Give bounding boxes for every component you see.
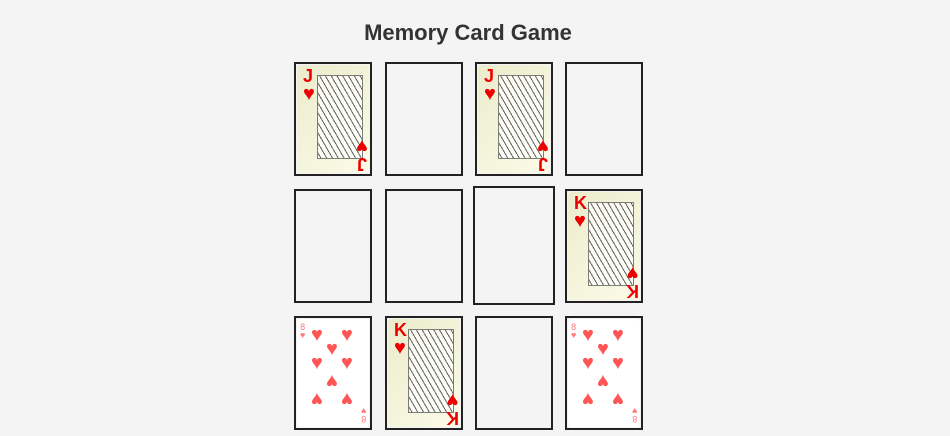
card-rank: 8 ♥ (571, 322, 577, 340)
memory-card[interactable]: K ♥ K ♥ (385, 316, 463, 430)
card-rank: J ♥ (356, 135, 368, 174)
heart-pip-icon: ♥ (326, 370, 338, 392)
heart-pip-icon: ♥ (597, 370, 609, 392)
heart-pip-icon: ♥ (612, 352, 624, 374)
card-face: K ♥ K ♥ (568, 192, 640, 301)
memory-card[interactable]: K ♥ K ♥ (565, 189, 643, 303)
card-face: 8 ♥ ♥ ♥ ♥ ♥ ♥ ♥ ♥ ♥ 8 ♥ (297, 319, 369, 427)
heart-pip-icon: ♥ (612, 388, 624, 410)
memory-card[interactable]: J ♥ J ♥ (475, 62, 553, 176)
memory-card[interactable] (385, 62, 463, 176)
heart-pip-icon: ♥ (612, 324, 624, 346)
card-rank: K ♥ (394, 320, 407, 359)
memory-card[interactable]: 8 ♥ ♥ ♥ ♥ ♥ ♥ ♥ ♥ ♥ 8 ♥ (565, 316, 643, 430)
card-rank: 8 ♥ (631, 406, 637, 424)
card-rank: K ♥ (574, 193, 587, 232)
heart-pip-icon: ♥ (311, 388, 323, 410)
heart-pip-icon: ♥ (311, 324, 323, 346)
page-title: Memory Card Game (364, 20, 572, 45)
heart-pip-icon: ♥ (326, 338, 338, 360)
card-rank: K ♥ (626, 262, 639, 301)
card-rank: J ♥ (537, 135, 549, 174)
heart-pip-icon: ♥ (341, 388, 353, 410)
heart-pip-icon: ♥ (582, 388, 594, 410)
memory-card[interactable]: J ♥ J ♥ (294, 62, 372, 176)
heart-pip-icon: ♥ (582, 324, 594, 346)
card-rank: 8 ♥ (300, 322, 306, 340)
heart-pip-icon: ♥ (341, 352, 353, 374)
heart-pip-icon: ♥ (341, 324, 353, 346)
heart-pip-icon: ♥ (582, 352, 594, 374)
memory-card[interactable] (475, 316, 553, 430)
heart-pip-icon: ♥ (311, 352, 323, 374)
card-face: K ♥ K ♥ (388, 319, 460, 428)
card-rank: K ♥ (446, 389, 459, 428)
card-face: 8 ♥ ♥ ♥ ♥ ♥ ♥ ♥ ♥ ♥ 8 ♥ (568, 319, 640, 427)
card-rank: J ♥ (303, 66, 315, 105)
card-face: J ♥ J ♥ (297, 65, 369, 174)
memory-card[interactable] (565, 62, 643, 176)
memory-card[interactable] (294, 189, 372, 303)
card-rank: J ♥ (484, 66, 496, 105)
memory-card[interactable] (473, 186, 555, 305)
memory-card[interactable] (385, 189, 463, 303)
heart-pip-icon: ♥ (597, 338, 609, 360)
card-rank: 8 ♥ (360, 406, 366, 424)
memory-card[interactable]: 8 ♥ ♥ ♥ ♥ ♥ ♥ ♥ ♥ ♥ 8 ♥ (294, 316, 372, 430)
card-face: J ♥ J ♥ (478, 65, 550, 174)
